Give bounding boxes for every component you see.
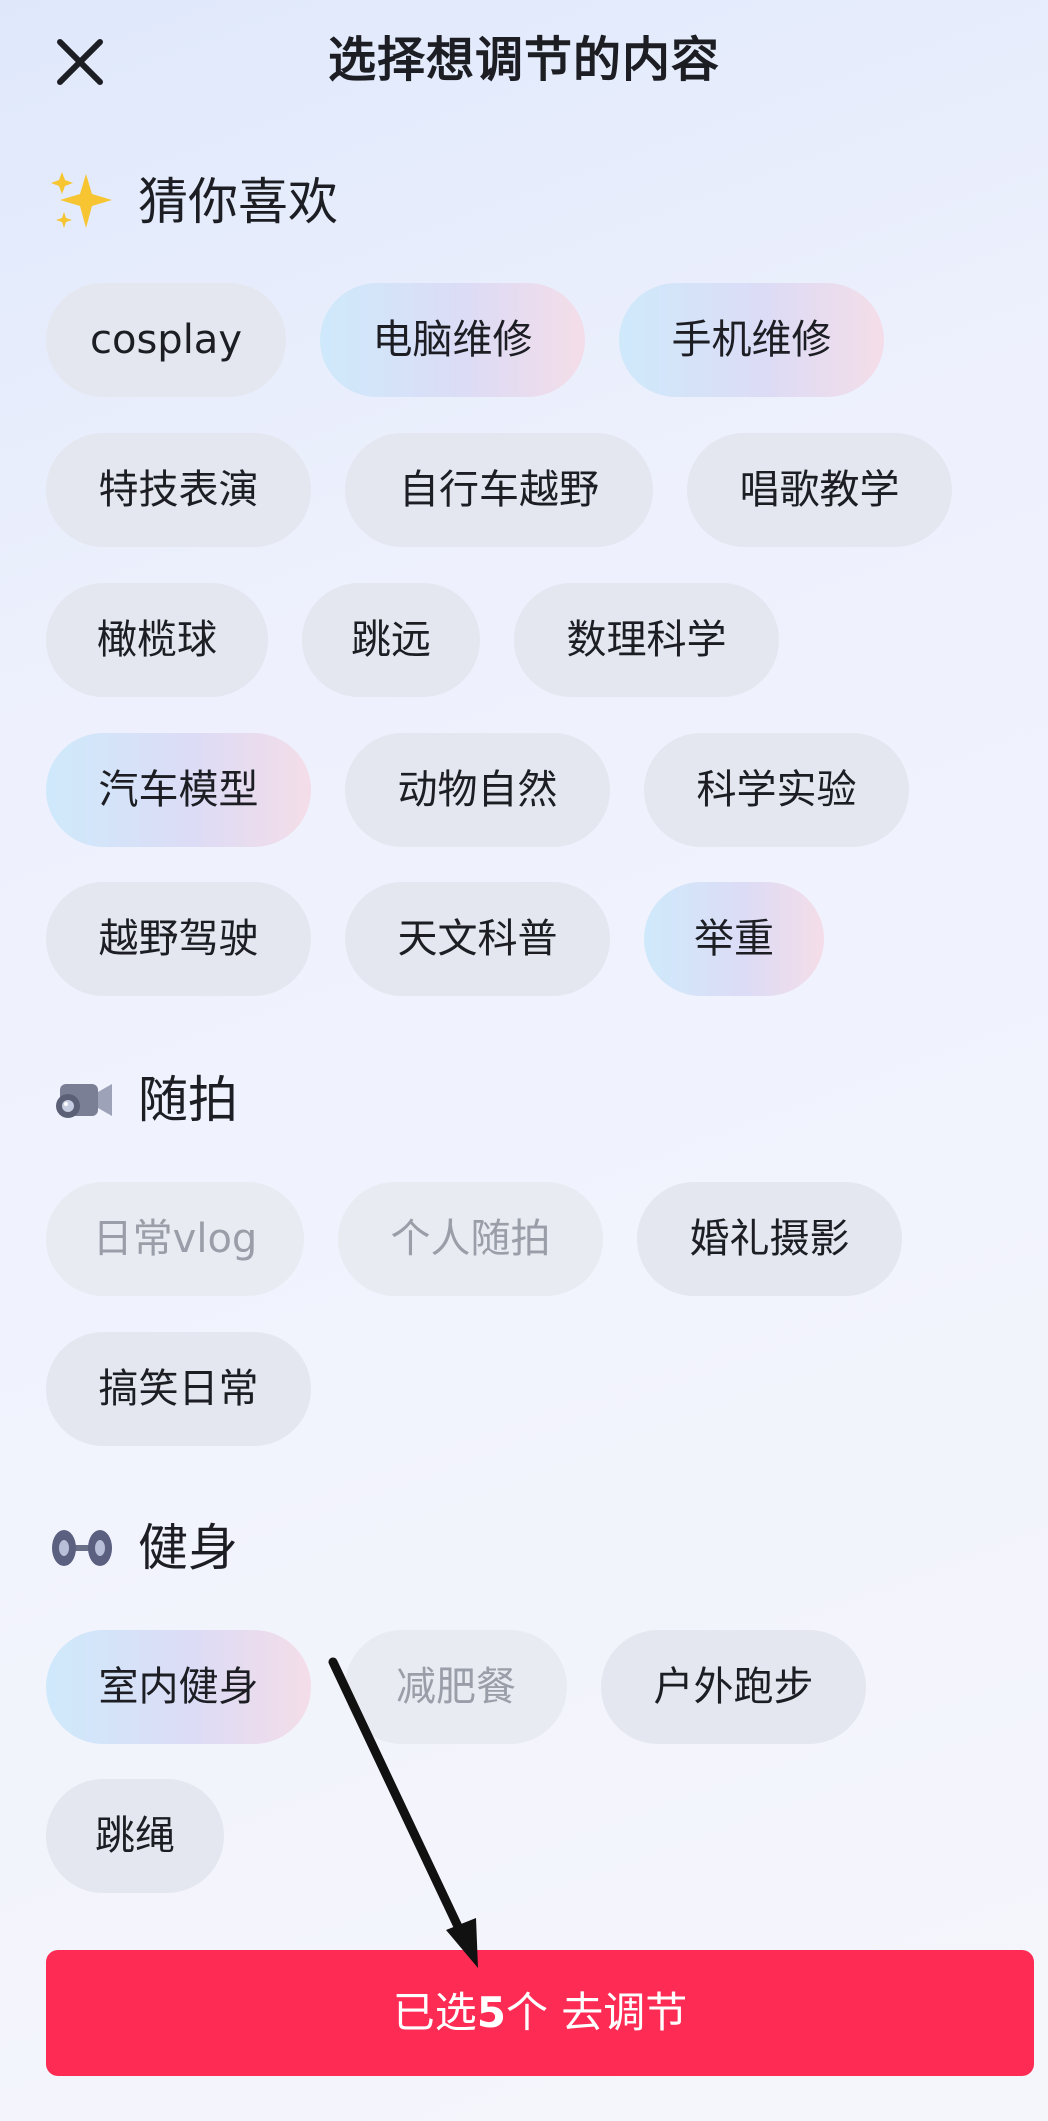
chip-offroad-driving[interactable]: 越野驾驶 [46, 882, 311, 996]
chip-diet-meal[interactable]: 减肥餐 [345, 1630, 567, 1744]
sparkles-icon [46, 166, 118, 238]
chip-funny-daily[interactable]: 搞笑日常 [46, 1332, 311, 1446]
chip-science-experiment[interactable]: 科学实验 [644, 733, 909, 847]
chip-animal-nature[interactable]: 动物自然 [345, 733, 610, 847]
chip-jump-rope[interactable]: 跳绳 [46, 1779, 224, 1893]
chip-cosplay[interactable]: cosplay [46, 283, 286, 397]
chip-bmx[interactable]: 自行车越野 [345, 433, 653, 547]
section-header-casual-shoot: 随拍 [46, 1060, 238, 1140]
section-header-guess-you-like: 猜你喜欢 [46, 162, 338, 242]
chip-personal-shoot[interactable]: 个人随拍 [338, 1182, 603, 1296]
cta-prefix: 已选 [392, 1988, 477, 2037]
header: 选择想调节的内容 [0, 0, 1048, 120]
chip-computer-repair[interactable]: 电脑维修 [320, 283, 585, 397]
section-label: 健身 [138, 1519, 238, 1577]
chip-car-model[interactable]: 汽车模型 [46, 733, 311, 847]
chip-math-science[interactable]: 数理科学 [514, 583, 779, 697]
video-camera-icon [46, 1064, 118, 1136]
chip-weightlifting[interactable]: 举重 [644, 882, 824, 996]
chip-long-jump[interactable]: 跳远 [302, 583, 480, 697]
adjust-button[interactable]: 已选5个 去调节 [46, 1950, 1034, 2076]
chip-singing-lesson[interactable]: 唱歌教学 [687, 433, 952, 547]
chip-phone-repair[interactable]: 手机维修 [619, 283, 884, 397]
selected-count: 5 [476, 1988, 506, 2037]
section-label: 猜你喜欢 [138, 173, 338, 231]
chip-indoor-fitness[interactable]: 室内健身 [46, 1630, 311, 1744]
chip-rugby[interactable]: 橄榄球 [46, 583, 268, 697]
chip-astronomy[interactable]: 天文科普 [345, 882, 610, 996]
section-label: 随拍 [138, 1071, 238, 1129]
section-header-fitness: 健身 [46, 1508, 238, 1588]
chip-daily-vlog[interactable]: 日常vlog [46, 1182, 304, 1296]
cta-suffix: 个 去调节 [505, 1988, 688, 2037]
chip-wedding-photography[interactable]: 婚礼摄影 [637, 1182, 902, 1296]
page-title: 选择想调节的内容 [327, 32, 720, 88]
chip-stunt-show[interactable]: 特技表演 [46, 433, 311, 547]
dumbbell-icon [46, 1512, 118, 1584]
chip-outdoor-running[interactable]: 户外跑步 [601, 1630, 866, 1744]
